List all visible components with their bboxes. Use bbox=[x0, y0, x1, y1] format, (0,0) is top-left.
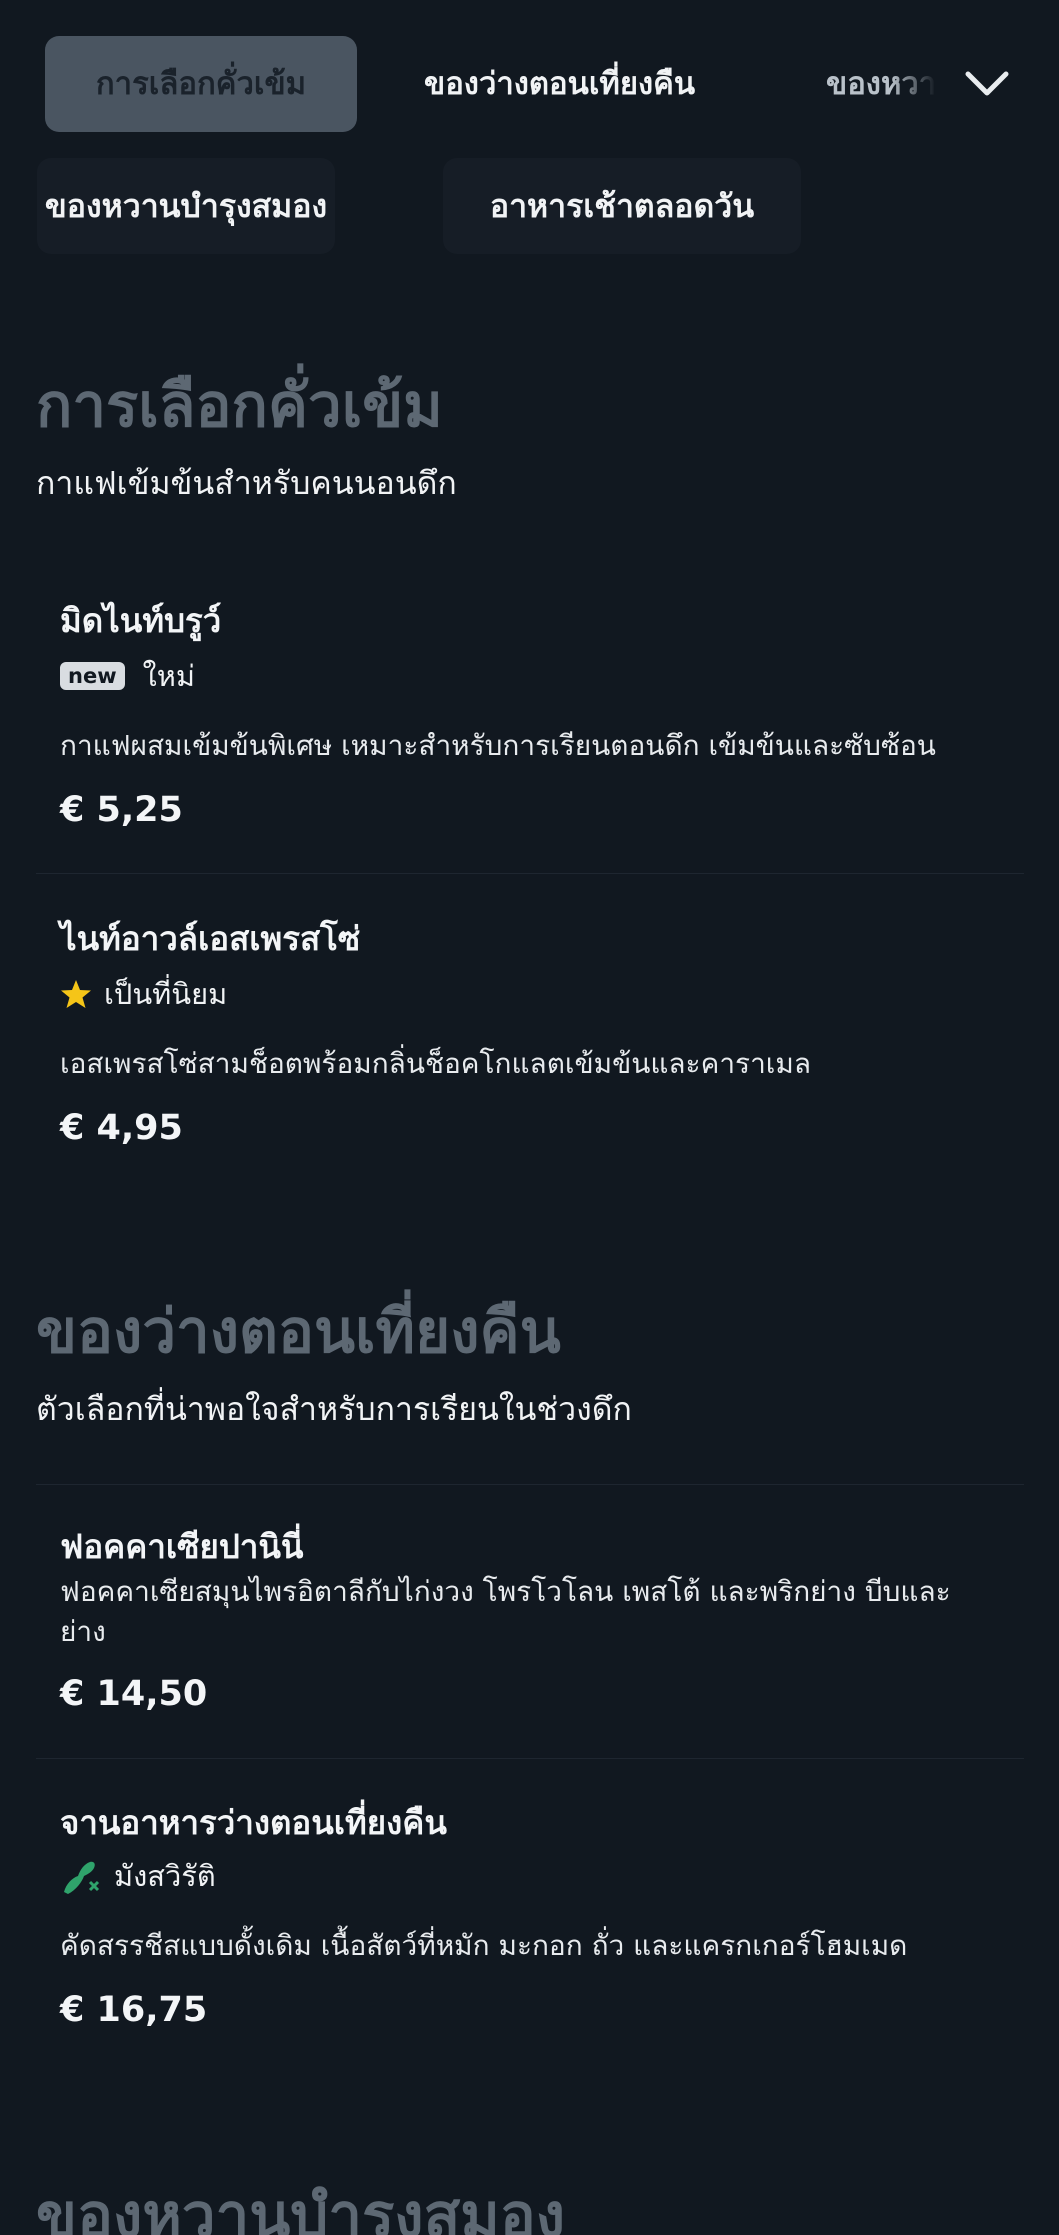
badge-label: ใหม่ bbox=[142, 659, 195, 693]
menu-item-price: € 5,25 bbox=[60, 790, 183, 830]
menu-item-name[interactable]: มิดไนท์บรูว์ bbox=[60, 594, 221, 647]
tab-midnight-snacks[interactable]: ของว่างตอนเที่ยงคืน bbox=[424, 36, 695, 132]
tab-brain-desserts[interactable]: ของหวานบำรุงสมอง bbox=[826, 36, 936, 132]
menu-item-price: € 16,75 bbox=[60, 1990, 208, 2030]
menu-item-price: € 14,50 bbox=[60, 1674, 208, 1714]
new-badge: new bbox=[60, 662, 125, 690]
vegetarian-icon bbox=[64, 1861, 100, 1894]
menu-item-name[interactable]: ไนท์อาวล์เอสเพรสโซ่ bbox=[60, 912, 360, 965]
tab-dark-roast[interactable]: การเลือกคั่วเข้ม bbox=[45, 36, 357, 132]
menu-item-description: เอสเพรสโซ่สามช็อตพร้อมกลิ่นช็อคโกแลตเข้ม… bbox=[60, 1047, 811, 1080]
menu-page: การเลือกคั่วเข้ม ของว่างตอนเที่ยงคืน ของ… bbox=[0, 0, 1059, 2235]
chip-brain-desserts[interactable]: ของหวานบำรุงสมอง bbox=[37, 158, 335, 254]
category-tab-bar: การเลือกคั่วเข้ม ของว่างตอนเที่ยงคืน ของ… bbox=[0, 0, 1059, 168]
badge-label: เป็นที่นิยม bbox=[104, 977, 228, 1011]
vegetarian-badge-row: มังสวิรัติ bbox=[60, 1856, 216, 1896]
menu-item-description: คัดสรรชีสแบบดั้งเดิม เนื้อสัตว์ที่หมัก ม… bbox=[60, 1929, 908, 1962]
section-title: ของหวานบำรุงสมอง bbox=[36, 2181, 566, 2235]
menu-item-price: € 4,95 bbox=[60, 1108, 183, 1148]
divider bbox=[36, 1484, 1024, 1485]
menu-item-description: กาแฟผสมเข้มข้นพิเศษ เหมาะสำหรับการเรียนต… bbox=[60, 729, 936, 762]
new-badge-row: new ใหม่ bbox=[60, 656, 195, 696]
badge-label: มังสวิรัติ bbox=[114, 1859, 216, 1893]
section-subtitle: ตัวเลือกที่น่าพอใจสำหรับการเรียนในช่วงดึ… bbox=[36, 1390, 632, 1428]
menu-item-name[interactable]: ฟอคคาเซียปานินี่ bbox=[60, 1520, 303, 1573]
chip-all-day-breakfast[interactable]: อาหารเช้าตลอดวัน bbox=[443, 158, 801, 254]
divider bbox=[36, 873, 1024, 874]
menu-item-name[interactable]: จานอาหารว่างตอนเที่ยงคืน bbox=[60, 1796, 447, 1849]
section-title: ของว่างตอนเที่ยงคืน bbox=[36, 1297, 561, 1367]
popular-badge-row: เป็นที่นิยม bbox=[60, 974, 227, 1014]
divider bbox=[36, 1758, 1024, 1759]
star-icon bbox=[61, 980, 91, 1008]
menu-item-description: ฟอคคาเซียสมุนไพรอิตาลีกับไก่งวง โพรโวโลน… bbox=[60, 1575, 951, 1648]
chevron-down-icon[interactable] bbox=[958, 54, 1016, 112]
section-title: การเลือกคั่วเข้ม bbox=[36, 371, 443, 441]
section-subtitle: กาแฟเข้มข้นสำหรับคนนอนดึก bbox=[36, 464, 457, 502]
